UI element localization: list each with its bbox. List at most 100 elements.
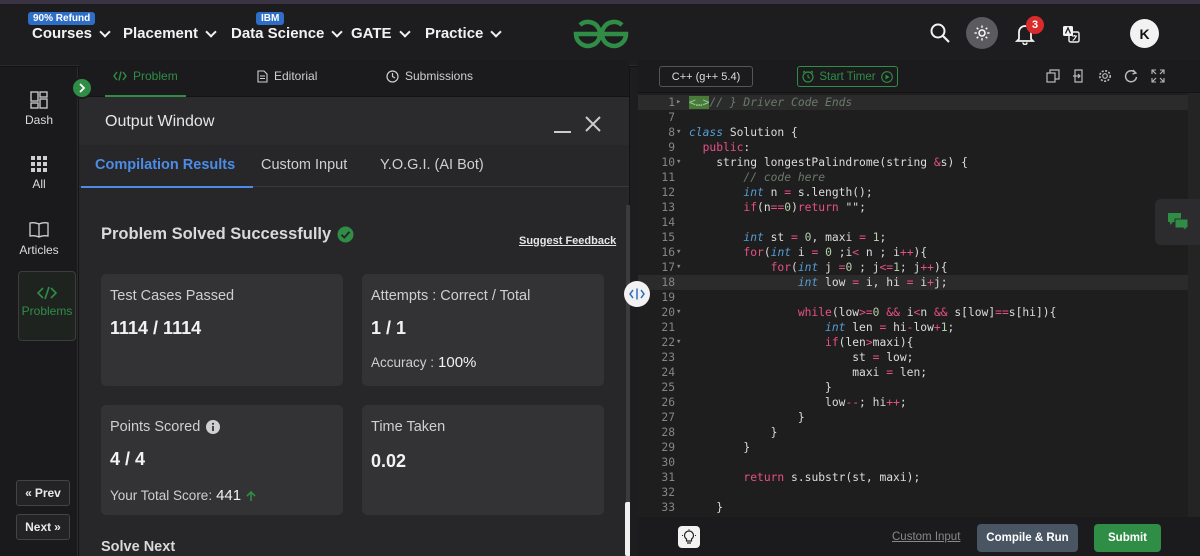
close-icon[interactable] xyxy=(584,115,602,133)
minimize-icon[interactable] xyxy=(554,131,571,133)
pane-splitter[interactable] xyxy=(630,67,638,556)
nav-practice-label: Practice xyxy=(425,25,484,42)
tab-yogi-ai-bot[interactable]: Y.O.G.I. (AI Bot) xyxy=(380,157,484,173)
expand-panel-button[interactable] xyxy=(71,77,93,99)
gfg-logo[interactable] xyxy=(572,18,630,50)
code-line: 33 } xyxy=(638,500,1200,515)
code-line: 8 ▾ class Solution { xyxy=(638,125,1200,140)
chat-button[interactable] xyxy=(1155,199,1200,245)
line-number: 30 xyxy=(661,456,675,469)
line-number: 1 xyxy=(668,96,675,109)
card-title: Test Cases Passed xyxy=(110,288,235,304)
card-value: 4 / 4 xyxy=(110,449,146,469)
nav-data-science-label: Data Science xyxy=(231,25,325,42)
output-tabs: Compilation Results Custom Input Y.O.G.I… xyxy=(79,145,629,188)
fullscreen-icon[interactable] xyxy=(1151,69,1165,83)
language-select[interactable]: C++ (g++ 5.4) xyxy=(659,66,753,87)
compile-run-button[interactable]: Compile & Run xyxy=(977,524,1078,552)
line-number: 31 xyxy=(661,471,675,484)
editor-scrollbar[interactable] xyxy=(1188,93,1200,517)
chevron-right-icon xyxy=(79,83,86,93)
nav-data-science[interactable]: Data Science xyxy=(231,25,344,42)
translate-icon[interactable] xyxy=(1061,24,1081,44)
custom-input-link[interactable]: Custom Input xyxy=(892,531,960,543)
tab-problem[interactable]: Problem xyxy=(105,69,186,97)
code-line: 24 maxi = len; xyxy=(638,365,1200,380)
info-icon[interactable] xyxy=(206,420,221,434)
reset-icon[interactable] xyxy=(1124,69,1138,83)
total-score-label: Your Total Score: xyxy=(110,488,213,503)
solve-next-heading: Solve Next xyxy=(101,539,176,555)
code-line: 15 int st = 0, maxi = 1; xyxy=(638,230,1200,245)
editor-toolbar: C++ (g++ 5.4) Start Timer xyxy=(638,60,1200,92)
card-value: 1 / 1 xyxy=(371,318,407,338)
theme-toggle-button[interactable] xyxy=(966,17,998,49)
line-number: 23 xyxy=(661,351,675,364)
fold-arrow-icon: ▾ xyxy=(676,157,682,167)
code-line: 13 if(n==0)return ""; xyxy=(638,200,1200,215)
code-line: 25 } xyxy=(638,380,1200,395)
card-title-text: Points Scored xyxy=(110,419,201,435)
nav-courses[interactable]: Courses xyxy=(32,25,111,42)
code-line: 7 xyxy=(638,110,1200,125)
suggest-feedback-link[interactable]: Suggest Feedback xyxy=(519,235,616,247)
fold-arrow-icon: ▾ xyxy=(676,262,682,272)
prev-button[interactable]: «Prev xyxy=(16,480,70,506)
copy-icon[interactable] xyxy=(1046,69,1060,83)
rail-item-all[interactable]: All xyxy=(8,155,70,191)
resize-handle[interactable] xyxy=(624,281,650,307)
line-number: 10 xyxy=(661,156,675,169)
nav-gate[interactable]: GATE xyxy=(351,25,411,42)
notification-count-badge: 3 xyxy=(1026,16,1044,34)
search-icon[interactable] xyxy=(929,22,951,44)
line-number: 20 xyxy=(661,306,675,319)
rail-item-label: Problems xyxy=(21,304,73,318)
dashboard-icon xyxy=(30,91,48,109)
attempts-card: Attempts : Correct / Total 1 / 1 Accurac… xyxy=(362,274,604,386)
chevron-down-icon xyxy=(99,25,111,38)
code-line: 1 ▸ <…>// } Driver Code Ends xyxy=(638,95,1200,110)
nav-placement[interactable]: Placement xyxy=(123,25,217,42)
document-icon xyxy=(257,69,268,83)
card-value: 0.02 xyxy=(371,451,407,471)
line-number: 24 xyxy=(661,366,675,379)
import-file-icon[interactable] xyxy=(1072,69,1086,83)
next-button[interactable]: Next» xyxy=(16,514,70,540)
tab-submissions[interactable]: Submissions xyxy=(386,69,473,83)
hint-button[interactable] xyxy=(678,526,700,548)
card-title: Attempts : Correct / Total xyxy=(371,288,531,304)
code-editor[interactable]: 1 ▸ <…>// } Driver Code Ends 7 8 ▾ class Sol… xyxy=(638,93,1200,517)
nav-practice[interactable]: Practice xyxy=(425,25,503,42)
card-title: Points Scored xyxy=(110,419,221,435)
submit-button[interactable]: Submit xyxy=(1094,524,1161,552)
code-line: 29 } xyxy=(638,440,1200,455)
line-number: 25 xyxy=(661,381,675,394)
rail-item-problems[interactable]: Problems xyxy=(18,271,76,341)
line-number: 26 xyxy=(661,396,675,409)
code-line: 17 ▾ for(int j =0 ; j<=1; j++){ xyxy=(638,260,1200,275)
tab-editorial[interactable]: Editorial xyxy=(257,69,317,83)
fold-arrow-icon: ▾ xyxy=(676,337,682,347)
points-card: Points Scored 4 / 4 Your Total Score: 441 xyxy=(101,405,343,515)
tab-custom-input[interactable]: Custom Input xyxy=(261,157,347,173)
chevron-down-icon xyxy=(490,25,503,38)
code-line: 27 } xyxy=(638,410,1200,425)
rail-item-dash[interactable]: Dash xyxy=(8,91,70,127)
avatar[interactable]: K xyxy=(1130,19,1159,48)
tab-problem-label: Problem xyxy=(133,69,178,83)
rail-item-articles[interactable]: Articles xyxy=(8,221,70,257)
line-number: 33 xyxy=(661,501,675,514)
gear-icon[interactable] xyxy=(1098,69,1112,83)
next-label: Next xyxy=(25,520,52,534)
lightbulb-icon xyxy=(682,529,696,544)
grid-icon xyxy=(31,156,47,172)
code-line: 23 st = low; xyxy=(638,350,1200,365)
rail-item-label: Articles xyxy=(19,243,59,257)
start-timer-button[interactable]: Start Timer xyxy=(797,66,898,87)
time-taken-card: Time Taken 0.02 xyxy=(362,405,604,515)
fold-arrow-icon: ▸ xyxy=(676,97,682,107)
tab-compilation-results[interactable]: Compilation Results xyxy=(80,157,254,188)
problem-tabs: Problem Editorial Submissions xyxy=(79,60,629,97)
tab-editorial-label: Editorial xyxy=(274,69,318,83)
top-strip xyxy=(0,0,1200,4)
